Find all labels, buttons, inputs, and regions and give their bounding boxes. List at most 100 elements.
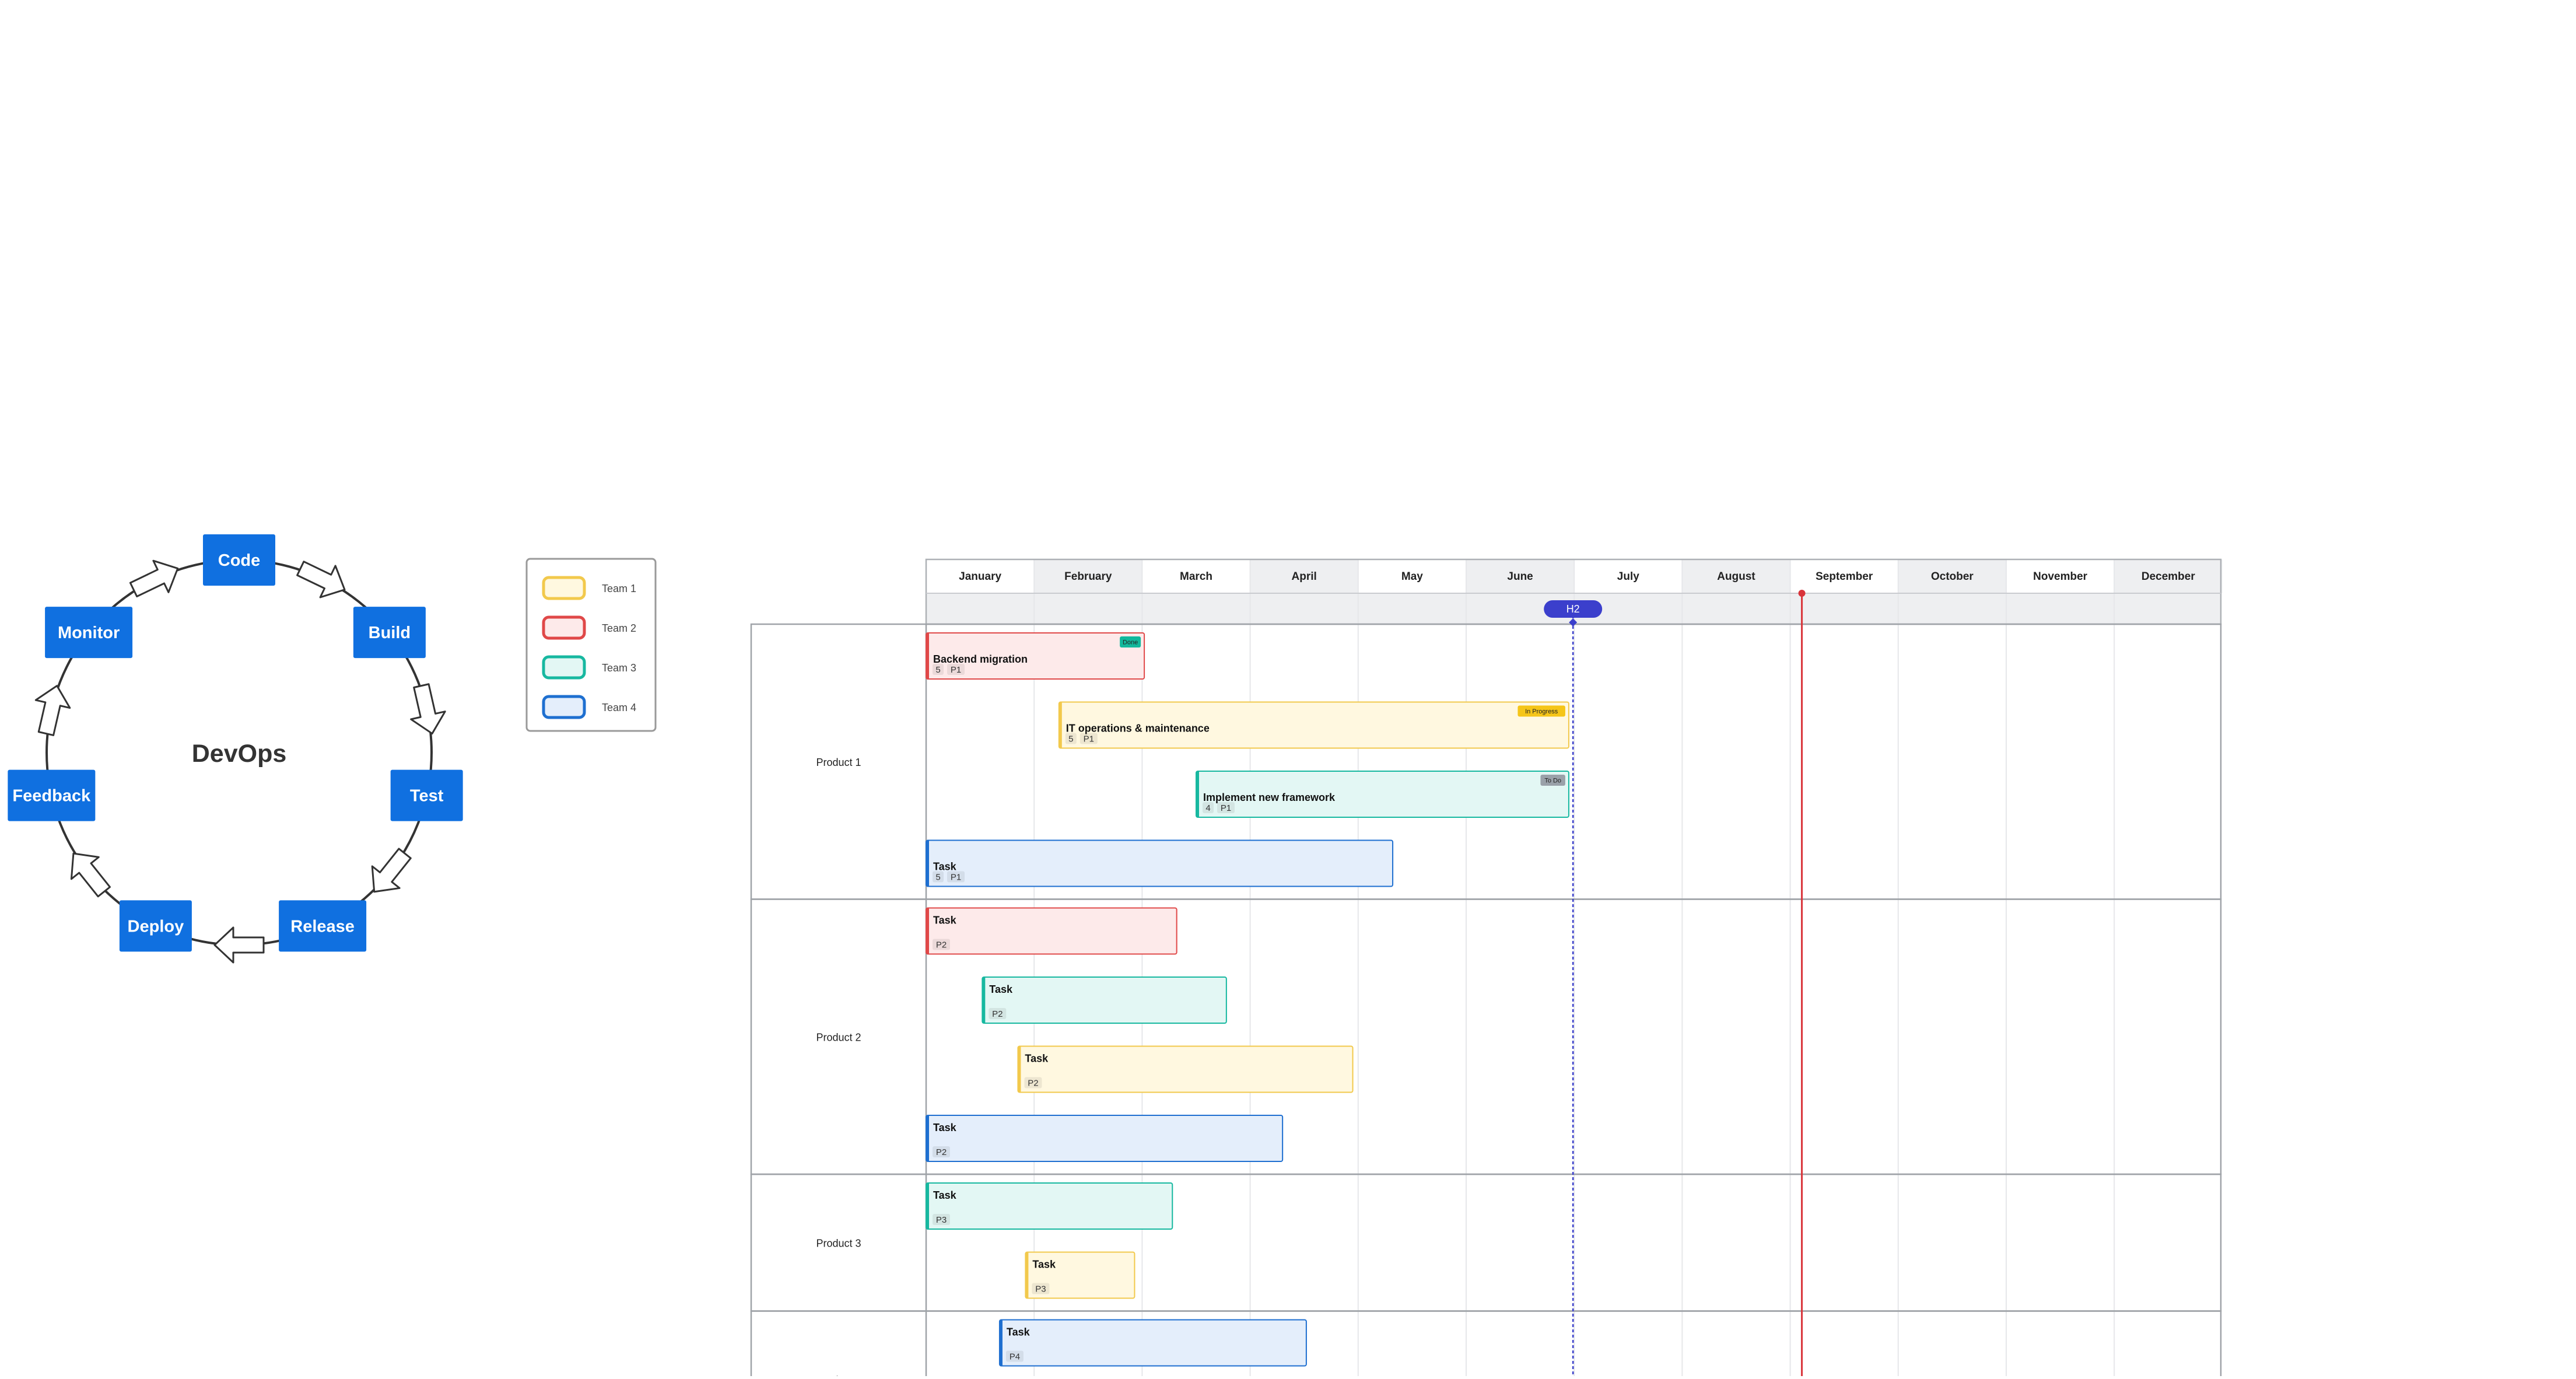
task-bar-task[interactable]: Task P2: [926, 907, 1177, 955]
stage-label: Build: [369, 624, 411, 642]
stage-label: Deploy: [128, 917, 184, 936]
task-chip-label: P3: [936, 1215, 947, 1225]
month-label-february: February: [1064, 570, 1112, 583]
task-title: Task: [933, 1189, 957, 1201]
month-label-july: July: [1617, 570, 1639, 583]
task-title: Task: [1025, 1053, 1049, 1065]
task-chip-label: 5: [935, 665, 940, 675]
stage-release: Release: [279, 900, 367, 952]
stage-code: Code: [203, 534, 275, 586]
task-bar-body: [1017, 1045, 1354, 1093]
task-chip-label: P2: [936, 1147, 947, 1157]
cycle-arrow-icon: [28, 681, 75, 738]
task-chip-label: P2: [936, 940, 947, 950]
stage-feedback: Feedback: [8, 769, 96, 821]
status-badge-label: To Do: [1544, 778, 1561, 785]
stage-label: Monitor: [58, 624, 120, 642]
task-bar-implement-new-framework[interactable]: Implement new framework4 P1 To Do: [1196, 771, 1569, 818]
task-bar-accent: [1059, 702, 1062, 748]
task-bar-accent: [926, 633, 929, 679]
legend-swatch: [542, 655, 586, 680]
month-label-august: August: [1717, 570, 1755, 583]
cycle-arrow-icon: [213, 926, 265, 964]
legend-swatch: [542, 695, 586, 719]
task-bar-accent: [1018, 1046, 1021, 1093]
task-bar-body: [926, 1182, 1173, 1230]
task-title: Task: [1032, 1259, 1056, 1270]
task-chip-label: P3: [1035, 1284, 1046, 1294]
task-title: IT operations & maintenance: [1066, 723, 1210, 734]
task-chip-label: P1: [951, 873, 961, 883]
lane-frame: [750, 1310, 2222, 1379]
milestone-label: H2: [1566, 603, 1580, 615]
task-title: Task: [933, 861, 957, 873]
timeline-markers: H2: [1544, 590, 1806, 1379]
stage-build: Build: [353, 607, 426, 659]
task-bar-it-operations-maintenance[interactable]: IT operations & maintenance5 P1 In Progres…: [1058, 701, 1569, 749]
timeline-gridlines: [1033, 559, 2115, 1379]
lane-label: Product 3: [816, 1237, 861, 1249]
roadmap-timeline: January February March April May June July Augu…: [750, 558, 2223, 1379]
task-chip-label: P1: [1221, 803, 1231, 813]
status-badge-label: Done: [1123, 639, 1138, 646]
task-bar-accent: [926, 840, 929, 887]
month-label-june: June: [1507, 570, 1533, 583]
stage-deploy: Deploy: [119, 900, 192, 952]
task-bar-accent: [1025, 1252, 1029, 1298]
cycle-arrow-icon: [292, 551, 353, 607]
legend: Team 1 Team 2 Team 3 Team 4: [525, 558, 657, 732]
task-chip-label: P2: [1028, 1079, 1038, 1088]
stage-label: Release: [290, 917, 355, 936]
diagram-canvas: DevOps Code Build Test Release Deploy Feedbac…: [8, 534, 2223, 1379]
task-bar-body: [982, 977, 1227, 1024]
status-badge-label: In Progress: [1525, 708, 1558, 715]
month-label-december: December: [2142, 570, 2195, 583]
task-bar-task[interactable]: Task5 P1: [926, 839, 1394, 887]
task-bar-accent: [982, 977, 986, 1023]
stage-test: Test: [390, 769, 463, 821]
task-bar-accent: [926, 1183, 929, 1229]
task-bar-task[interactable]: Task P3: [1025, 1251, 1135, 1299]
task-chip-label: 5: [1068, 734, 1073, 744]
month-label-september: September: [1816, 570, 1873, 583]
task-title: Implement new framework: [1203, 792, 1336, 803]
task-bar-task[interactable]: Task P3: [926, 1182, 1173, 1230]
task-bar-accent: [926, 908, 929, 954]
month-label-april: April: [1292, 570, 1317, 583]
today-marker-dot: [1798, 590, 1806, 597]
task-title: Task: [933, 915, 957, 926]
cycle-arrow-icon: [125, 551, 187, 607]
stage-monitor: Monitor: [45, 607, 133, 659]
task-bar-task[interactable]: Task P4: [998, 1319, 1307, 1367]
task-chip-label: 5: [935, 873, 940, 883]
task-bar-backend-migration[interactable]: Backend migration5 P1 Done: [926, 632, 1145, 680]
legend-label: Team 3: [602, 662, 636, 674]
month-label-october: October: [1931, 570, 1974, 583]
task-chip-label: 4: [1205, 803, 1210, 813]
stage-label: Test: [410, 787, 444, 806]
task-bar-body: [926, 839, 1394, 887]
task-bar-body: [998, 1319, 1307, 1367]
stage-label: Code: [218, 551, 261, 570]
task-chip-label: P4: [1010, 1352, 1020, 1362]
legend-swatch: [542, 615, 586, 640]
lane-label: Product 2: [816, 1031, 861, 1043]
task-bar-task[interactable]: Task P2: [926, 1115, 1284, 1162]
lane-label: Product 1: [816, 757, 861, 768]
month-label-january: January: [959, 570, 1001, 583]
legend-label: Team 1: [602, 583, 636, 594]
task-title: Task: [1007, 1326, 1031, 1338]
task-title: Task: [933, 1122, 957, 1133]
legend-label: Team 4: [602, 702, 636, 713]
legend-label: Team 2: [602, 622, 636, 634]
devops-title: DevOps: [192, 740, 287, 768]
task-chip-label: P1: [1084, 734, 1094, 744]
task-chip-label: P2: [992, 1009, 1003, 1019]
month-label-november: November: [2033, 570, 2088, 583]
stage-label: Feedback: [12, 787, 91, 806]
task-bar-accent: [926, 1115, 929, 1161]
task-bar-task[interactable]: Task P2: [982, 977, 1227, 1024]
devops-cycle: DevOps Code Build Test Release Deploy Feedbac…: [8, 534, 463, 964]
task-bar-accent: [1196, 771, 1199, 817]
task-bar-task[interactable]: Task P2: [1017, 1045, 1354, 1093]
